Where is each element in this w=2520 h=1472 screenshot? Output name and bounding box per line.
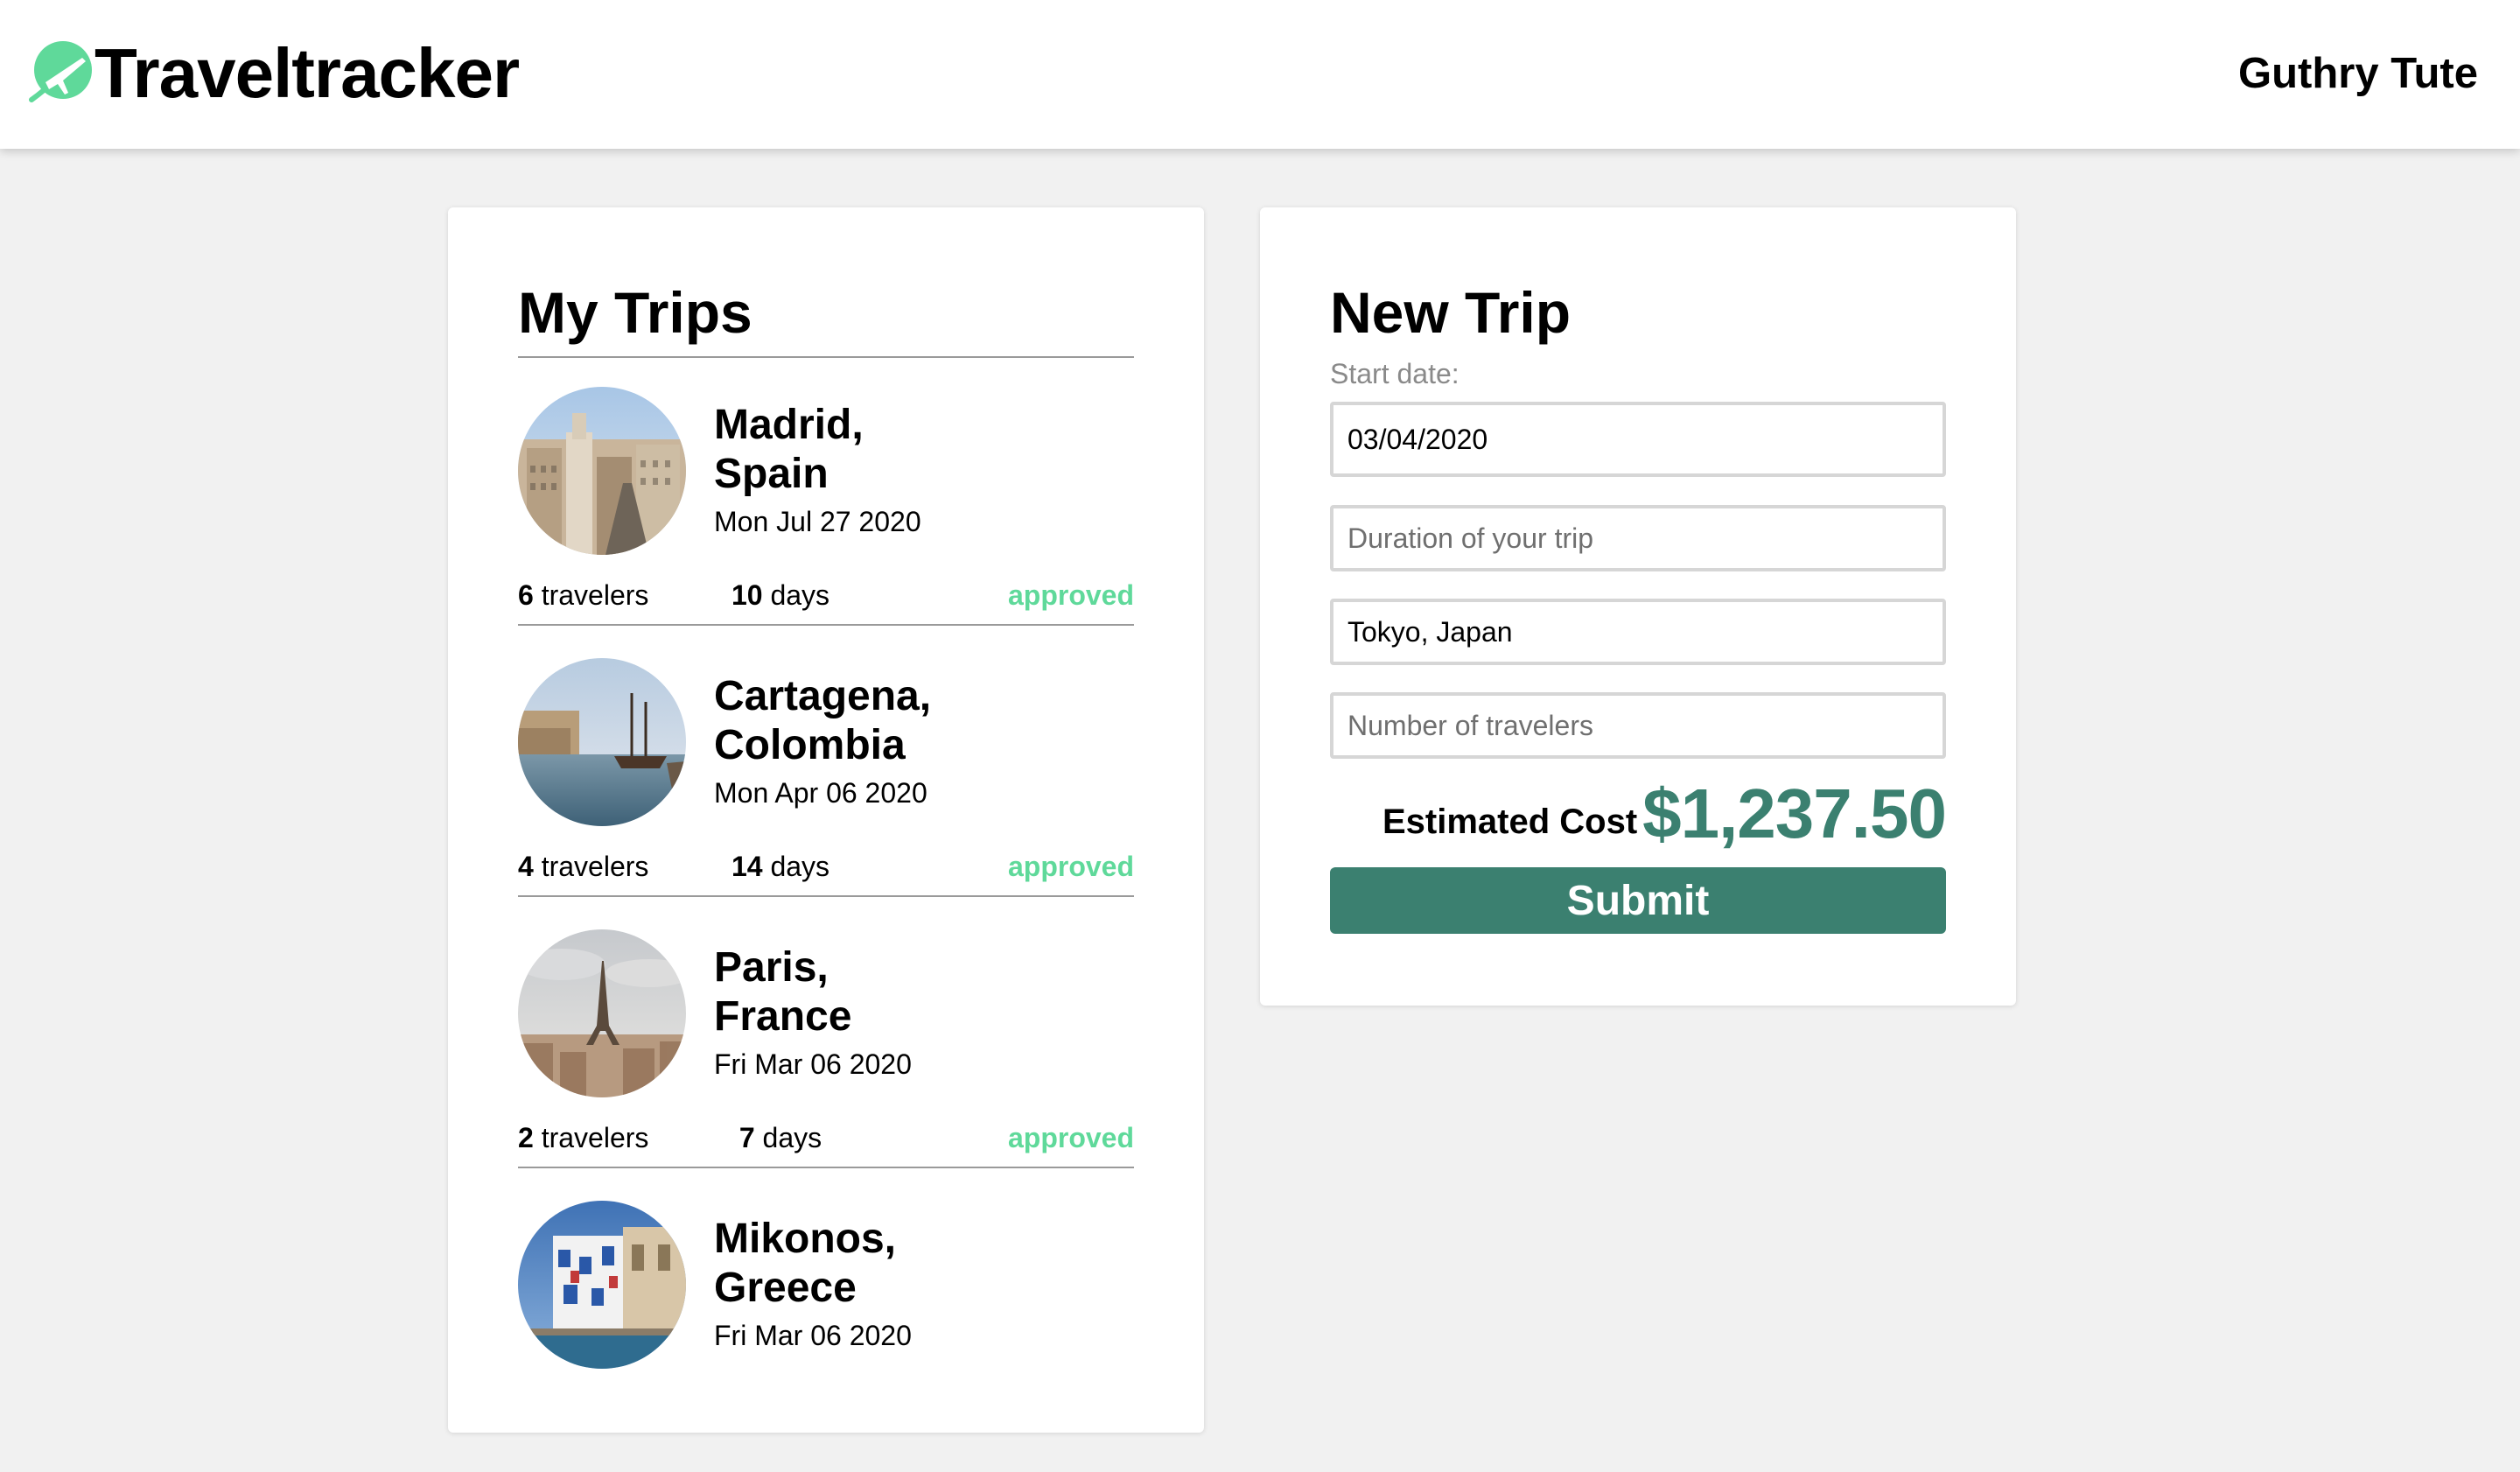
brand-title[interactable]: Traveltracker [94,33,520,114]
new-trip-title: New Trip [1330,280,1572,345]
status-badge: approved [1007,1122,1134,1153]
status-badge: approved [1007,579,1134,611]
travelers-count: 2 [518,1122,534,1153]
trip-travelers: 4 travelers [518,849,648,884]
trip-meta: 6 travelers 10 days approved [518,578,1134,613]
trip-card[interactable]: Paris, France Fri Mar 06 2020 2 traveler… [518,929,1134,1201]
trip-destination: Paris, France [714,943,994,1041]
trip-days: 10 days [693,578,868,613]
trip-travelers: 2 travelers [518,1120,648,1155]
trip-days: 14 days [693,849,868,884]
trip-date: Mon Jul 27 2020 [714,506,921,537]
days-count: 7 [738,1122,755,1153]
duration-input[interactable] [1330,505,1946,571]
travelers-word: travelers [541,1122,649,1153]
estimated-cost-label: Estimated Cost [1382,803,1638,841]
travelers-count: 6 [518,579,534,611]
travelers-word: travelers [541,579,649,611]
days-word: days [770,851,830,882]
trip-photo [518,658,686,826]
trip-card[interactable]: Madrid, Spain Mon Jul 27 2020 6 traveler… [518,387,1134,658]
top-bar: Traveltracker Guthry Tute [0,0,2520,149]
trip-date: Fri Mar 06 2020 [714,1048,912,1080]
user-name[interactable]: Guthry Tute [2238,47,2478,100]
my-trips-title: My Trips [518,280,752,345]
destination-country: Spain [714,451,829,497]
destination-city: Cartagena, [714,673,932,719]
days-count: 10 [731,579,763,611]
travelers-word: travelers [541,851,649,882]
trip-divider [518,895,1134,897]
trip-photo [518,929,686,1097]
trip-destination: Cartagena, Colombia [714,672,994,770]
destination-city: Madrid, [714,402,864,448]
travelers-input[interactable] [1330,692,1946,759]
trip-card[interactable]: Cartagena, Colombia Mon Apr 06 2020 4 tr… [518,658,1134,929]
destination-city: Mikonos, [714,1216,897,1262]
trip-destination: Madrid, Spain [714,401,994,499]
start-date-input[interactable] [1330,402,1946,477]
plane-globe-icon[interactable] [28,39,94,105]
destination-input[interactable] [1330,599,1946,665]
trip-photo [518,1201,686,1369]
destination-country: France [714,993,852,1040]
start-date-label: Start date: [1330,358,1460,389]
trip-divider [518,1167,1134,1168]
trip-meta: 2 travelers 7 days approved [518,1120,1134,1155]
trip-divider [518,624,1134,626]
trip-photo [518,387,686,555]
title-divider [518,356,1134,358]
trip-date: Mon Apr 06 2020 [714,777,928,809]
destination-country: Colombia [714,722,906,768]
new-trip-card: New Trip Start date: Estimated Cost $1,2… [1260,207,2016,1006]
destination-country: Greece [714,1265,857,1311]
days-word: days [770,579,830,611]
estimated-cost-value: $1,237.50 [1642,775,1947,852]
days-word: days [762,1122,822,1153]
my-trips-card: My Trips Madrid, Spain Mon Jul 27 2020 6… [448,207,1204,1433]
trip-date: Fri Mar 06 2020 [714,1320,912,1351]
submit-button[interactable]: Submit [1330,867,1946,934]
trip-travelers: 6 travelers [518,578,648,613]
status-badge: approved [1007,851,1134,882]
travelers-count: 4 [518,851,534,882]
destination-city: Paris, [714,944,829,991]
trip-card[interactable]: Mikonos, Greece Fri Mar 06 2020 [518,1201,1134,1472]
days-count: 14 [731,851,763,882]
trip-days: 7 days [693,1120,868,1155]
trip-destination: Mikonos, Greece [714,1215,994,1313]
trip-meta: 4 travelers 14 days approved [518,849,1134,884]
